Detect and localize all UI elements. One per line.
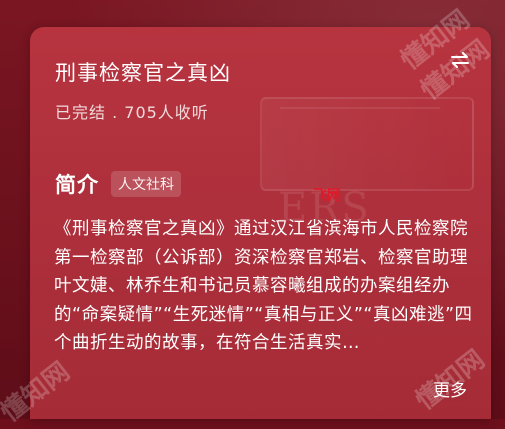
category-tag[interactable]: 人文社科 — [111, 171, 181, 197]
intro-description: 《刑事检察官之真凶》通过汉江省滨海市人民检察院第一检察部（公诉部）资深检察官郑岩… — [54, 219, 473, 353]
book-status-listens: 已完结 . 705人收听 — [55, 103, 209, 122]
intro-header: 简介 人文社科 — [55, 169, 181, 199]
book-title: 刑事检察官之真凶 — [55, 61, 231, 85]
cover-art-shadow — [260, 97, 474, 191]
cover-art-red-mark: 飞网 — [313, 188, 341, 204]
intro-heading: 简介 — [55, 173, 99, 197]
